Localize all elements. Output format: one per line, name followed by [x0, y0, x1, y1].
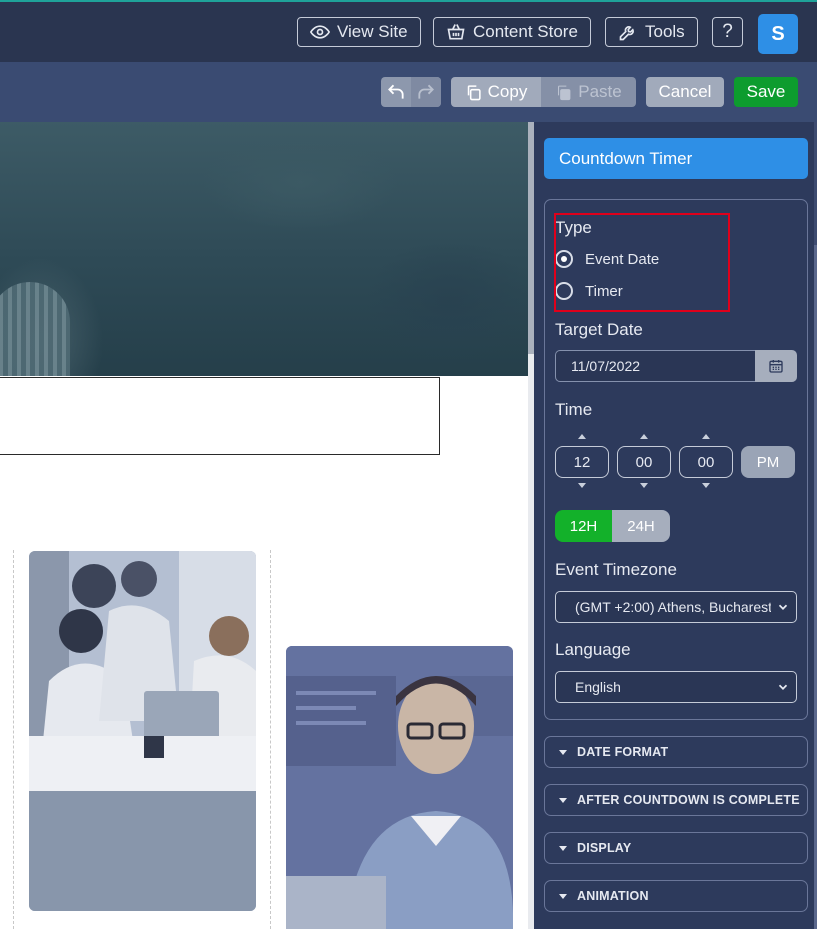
type-highlight-box [554, 213, 730, 312]
developer-portrait-photo[interactable] [286, 646, 513, 929]
timezone-value: (GMT +2:00) Athens, Bucharest [575, 599, 771, 615]
view-site-label: View Site [337, 22, 408, 41]
redo-button[interactable] [411, 77, 441, 107]
developer-portrait-illustration [286, 646, 513, 929]
top-bar: View Site Content Store Tools ? S [0, 0, 817, 62]
date-format-section-label: DATE FORMAT [577, 745, 669, 759]
hours-down-icon[interactable] [578, 483, 586, 488]
animation-section-label: ANIMATION [577, 889, 649, 903]
redo-icon [418, 84, 434, 99]
after-countdown-section-label: AFTER COUNTDOWN IS COMPLETE [577, 793, 800, 807]
minutes-up-icon[interactable] [640, 434, 648, 439]
content-store-label: Content Store [473, 22, 578, 41]
seconds-up-icon[interactable] [702, 434, 710, 439]
countdown-timer-block[interactable] [0, 377, 440, 455]
column-guide-left [13, 550, 14, 929]
time-label: Time [555, 400, 593, 419]
cancel-button[interactable]: Cancel [646, 77, 724, 107]
eye-icon [310, 25, 330, 39]
copy-icon [467, 84, 481, 100]
chevron-down-icon [778, 604, 788, 610]
caret-down-icon [559, 749, 567, 755]
tools-button[interactable]: Tools [605, 17, 698, 47]
hours-input[interactable]: 12 [555, 446, 609, 478]
undo-icon [388, 84, 404, 99]
after-countdown-section[interactable]: AFTER COUNTDOWN IS COMPLETE [544, 784, 808, 816]
hours-up-icon[interactable] [578, 434, 586, 439]
am-pm-toggle[interactable]: PM [741, 446, 795, 478]
editor-toolbar: Copy Paste Cancel Save [0, 62, 817, 122]
panel-title: Countdown Timer [544, 138, 808, 179]
undo-redo-group [381, 77, 441, 107]
user-avatar[interactable]: S [758, 14, 798, 54]
team-meeting-illustration [29, 551, 256, 911]
calendar-icon [769, 360, 783, 373]
wrench-icon [619, 26, 634, 41]
tools-label: Tools [645, 22, 685, 41]
display-section-label: DISPLAY [577, 841, 632, 855]
caret-down-icon [559, 893, 567, 899]
hero-image[interactable] [0, 122, 528, 376]
language-select[interactable]: English [555, 671, 797, 703]
paste-label: Paste [578, 82, 622, 101]
display-section[interactable]: DISPLAY [544, 832, 808, 864]
caret-down-icon [559, 797, 567, 803]
paste-icon [558, 85, 571, 100]
copy-paste-group: Copy Paste [451, 77, 636, 107]
content-store-button[interactable]: Content Store [433, 17, 591, 47]
date-format-section[interactable]: DATE FORMAT [544, 736, 808, 768]
event-timezone-label: Event Timezone [555, 560, 677, 579]
date-picker-button[interactable] [755, 350, 797, 382]
language-label: Language [555, 640, 631, 659]
seconds-input[interactable]: 00 [679, 446, 733, 478]
paste-button[interactable]: Paste [541, 77, 636, 107]
basket-icon [447, 24, 465, 40]
copy-label: Copy [487, 82, 528, 101]
timezone-select[interactable]: (GMT +2:00) Athens, Bucharest [555, 591, 797, 623]
target-date-label: Target Date [555, 320, 643, 339]
help-button[interactable]: ? [712, 17, 743, 47]
copy-button[interactable]: Copy [451, 77, 541, 107]
target-date-value: 11/07/2022 [571, 358, 641, 374]
target-date-input[interactable]: 11/07/2022 [555, 350, 755, 382]
minutes-input[interactable]: 00 [617, 446, 671, 478]
view-site-button[interactable]: View Site [297, 17, 421, 47]
format-12h-button[interactable]: 12H [555, 510, 612, 542]
hero-image-detail [0, 282, 70, 376]
minutes-down-icon[interactable] [640, 483, 648, 488]
column-guide-right [270, 550, 271, 929]
animation-section[interactable]: ANIMATION [544, 880, 808, 912]
undo-button[interactable] [381, 77, 411, 107]
format-24h-button[interactable]: 24H [612, 510, 670, 542]
help-icon: ? [722, 21, 733, 42]
save-button[interactable]: Save [734, 77, 798, 107]
hour-format-toggle: 12H 24H [555, 510, 670, 542]
avatar-letter: S [771, 22, 785, 45]
language-value: English [575, 679, 621, 695]
seconds-down-icon[interactable] [702, 483, 710, 488]
team-meeting-photo[interactable] [29, 551, 256, 911]
caret-down-icon [559, 845, 567, 851]
chevron-down-icon [778, 684, 788, 690]
